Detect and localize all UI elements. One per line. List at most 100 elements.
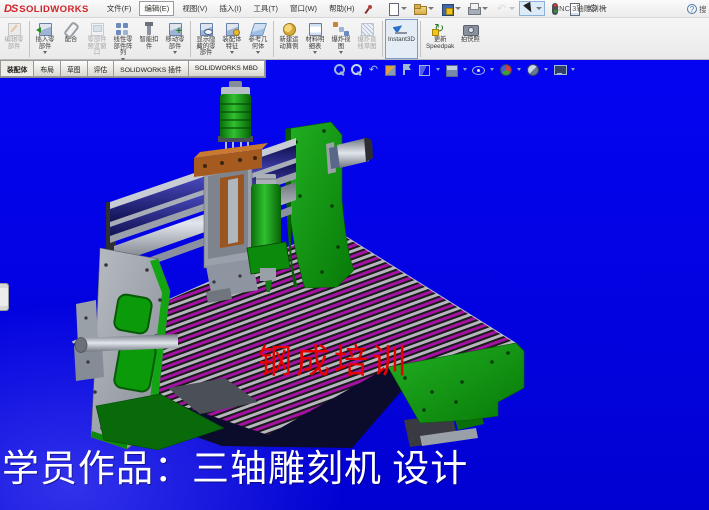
view-orientation-dropdown[interactable]	[436, 68, 440, 71]
view-settings-icon[interactable]	[553, 63, 566, 76]
insert-components-icon	[35, 21, 55, 37]
annotation-views-icon[interactable]	[401, 63, 414, 76]
reference-geometry-dropdown[interactable]	[256, 51, 260, 54]
insert-components-button[interactable]: 插入零 部件	[32, 19, 58, 59]
apply-scene-dropdown[interactable]	[544, 68, 548, 71]
zoom-fit-icon[interactable]	[333, 63, 346, 76]
move-component-dropdown[interactable]	[173, 51, 177, 54]
insert-components-label: 插入零 部件	[36, 37, 55, 50]
view-orientation-icon[interactable]	[418, 63, 431, 76]
new-file-button-dropdown[interactable]	[401, 7, 407, 10]
open-file-button-dropdown[interactable]	[428, 7, 434, 10]
edit-appearance-icon[interactable]	[499, 63, 512, 76]
component-preview-window-button: 零部件 预览窗 口	[84, 19, 110, 59]
feature-tree-collapsed-tab[interactable]	[0, 283, 9, 311]
menu-edit[interactable]: 编辑(E)	[139, 1, 174, 16]
menu-view[interactable]: 视图(V)	[178, 2, 211, 15]
move-component-label: 移动零 部件	[166, 37, 185, 50]
display-style-dropdown[interactable]	[463, 68, 467, 71]
menu-bar: 文件(F)编辑(E) 视图(V) 插入(I) 工具(T) 窗口(W) 帮助(H)	[103, 1, 359, 16]
x-axis-motor	[326, 137, 373, 174]
exploded-view-label: 爆炸视 图	[332, 37, 351, 50]
menu-help[interactable]: 帮助(H)	[325, 2, 358, 15]
tab-sketch[interactable]: 草图	[61, 60, 88, 77]
smart-fasteners-button[interactable]: 智能扣 件	[136, 19, 162, 59]
new-motion-study-button[interactable]: 新建运 动算例	[276, 19, 302, 59]
print-icon	[468, 3, 480, 15]
exploded-view-button[interactable]: 爆炸视 图	[328, 19, 354, 59]
show-hidden-components-label: 显示隐 藏的零 部件	[197, 37, 216, 57]
bill-of-materials-button[interactable]: 材料明 细表	[302, 19, 328, 59]
linear-component-pattern-icon	[113, 21, 133, 37]
solidworks-window: DS SOLIDWORKS 文件(F)编辑(E)视图(V)插入(I)工具(T)窗…	[0, 0, 709, 510]
heads-up-view-toolbar: ↶	[333, 63, 576, 76]
assembly-features-icon	[222, 21, 242, 37]
previous-view-icon[interactable]: ↶	[367, 63, 380, 76]
menu-file[interactable]: 文件(F)	[103, 2, 136, 15]
display-style-icon[interactable]	[445, 63, 458, 76]
hide-show-items-dropdown[interactable]	[490, 68, 494, 71]
save-button[interactable]	[438, 1, 464, 16]
new-motion-study-icon	[279, 21, 299, 37]
mate-icon	[61, 21, 81, 37]
insert-components-dropdown[interactable]	[43, 51, 47, 54]
move-component-button[interactable]: 移动零 部件	[162, 19, 188, 59]
ribbon-group-separator	[29, 21, 30, 57]
exploded-view-dropdown[interactable]	[339, 51, 343, 54]
assembly-features-button[interactable]: 装配体 特征	[219, 19, 245, 59]
ribbon-group-separator	[273, 21, 274, 57]
tab-assembly[interactable]: 装配体	[0, 60, 34, 77]
save-button-dropdown[interactable]	[455, 7, 461, 10]
tab-solidworks-addins[interactable]: SOLIDWORKS 插件	[114, 60, 189, 77]
print-button-dropdown[interactable]	[482, 7, 488, 10]
reference-geometry-button[interactable]: 参考几 何体	[245, 19, 271, 59]
instant3d-icon	[391, 21, 411, 37]
menu-insert[interactable]: 插入(I)	[215, 2, 245, 15]
instant3d-button[interactable]: Instant3D	[385, 19, 418, 59]
explode-line-sketch-button: 爆炸直 线草图	[354, 19, 380, 59]
edit-appearance-dropdown[interactable]	[517, 68, 521, 71]
update-speedpak-button[interactable]: 更新 Speedpak	[423, 19, 457, 59]
logo-ds: DS	[4, 3, 17, 15]
take-snapshot-button[interactable]: 拍快照	[457, 19, 483, 59]
mate-button[interactable]: 配合	[58, 19, 84, 59]
bill-of-materials-label: 材料明 细表	[306, 37, 325, 50]
component-preview-window-icon	[87, 21, 107, 37]
move-component-icon	[165, 21, 185, 37]
help-icon[interactable]: ?	[687, 4, 697, 14]
graphics-viewport[interactable]: ↶ 钢成培训 学员作品：三轴雕刻机 设计	[0, 60, 709, 510]
print-button[interactable]	[465, 1, 491, 16]
new-file-button[interactable]	[384, 1, 410, 16]
edit-component-label: 编辑零 部件	[5, 37, 24, 50]
bill-of-materials-dropdown[interactable]	[313, 51, 317, 54]
search-hint: 搜	[699, 4, 707, 15]
linear-component-pattern-button[interactable]: 线性零 部件阵 列	[110, 19, 136, 59]
view-settings-dropdown[interactable]	[571, 68, 575, 71]
zoom-area-icon[interactable]	[350, 63, 363, 76]
new-icon	[387, 3, 399, 15]
menu-window[interactable]: 窗口(W)	[286, 2, 321, 15]
section-view-icon[interactable]	[384, 63, 397, 76]
ribbon-group-separator	[420, 21, 421, 57]
tab-evaluate[interactable]: 评估	[88, 60, 115, 77]
menu-tools[interactable]: 工具(T)	[249, 2, 282, 15]
z-stepper-motor	[218, 81, 253, 142]
show-hidden-components-button[interactable]: 显示隐 藏的零 部件	[193, 19, 219, 59]
explode-line-sketch-icon	[357, 21, 377, 37]
explode-line-sketch-label: 爆炸直 线草图	[358, 37, 377, 50]
caption-text: 学员作品：三轴雕刻机 设计	[2, 438, 468, 492]
command-manager-ribbon: 编辑零 部件插入零 部件配合零部件 预览窗 口线性零 部件阵 列智能扣 件移动零…	[0, 18, 709, 60]
tab-solidworks-mbd[interactable]: SOLIDWORKS MBD	[189, 60, 265, 77]
new-motion-study-label: 新建运 动算例	[280, 37, 299, 50]
open-file-button[interactable]	[411, 1, 437, 16]
smart-fasteners-label: 智能扣 件	[140, 37, 159, 50]
component-preview-window-label: 零部件 预览窗 口	[88, 37, 107, 57]
assembly-features-label: 装配体 特征	[223, 37, 242, 50]
pin-icon[interactable]	[364, 4, 374, 14]
apply-scene-icon[interactable]	[526, 63, 539, 76]
tab-layout[interactable]: 布局	[34, 60, 61, 77]
help-area[interactable]: ? 搜	[687, 0, 709, 18]
assembly-features-dropdown[interactable]	[230, 51, 234, 54]
take-snapshot-icon	[460, 21, 480, 37]
hide-show-items-icon[interactable]	[472, 63, 485, 76]
